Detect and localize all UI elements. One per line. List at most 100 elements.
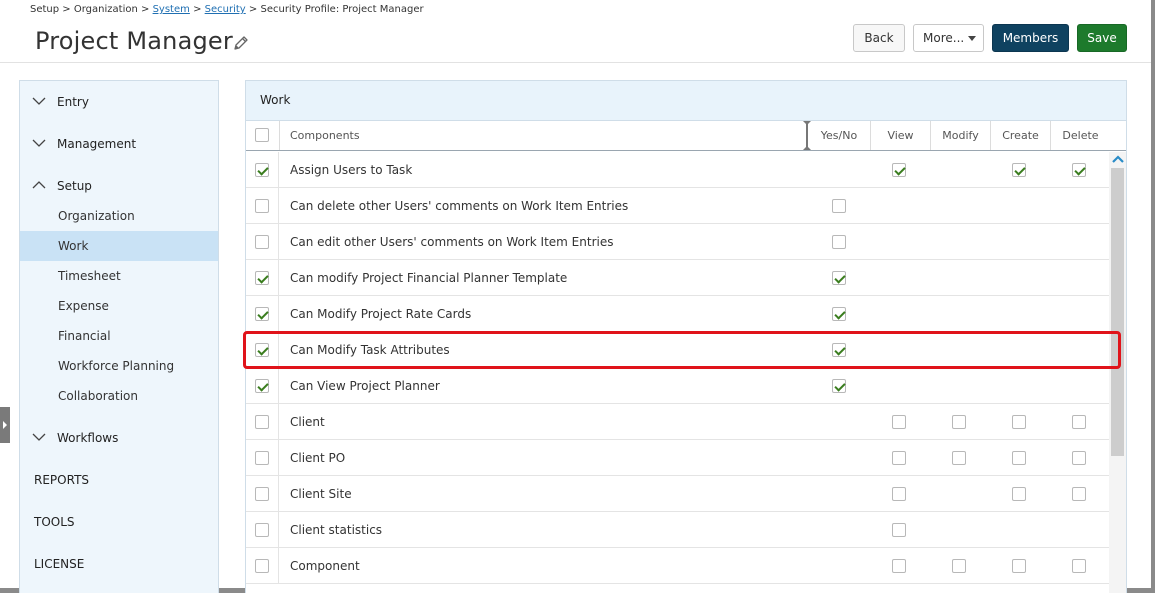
sidebar-section-workflows[interactable]: Workflows — [20, 423, 218, 453]
row-select-checkbox[interactable] — [255, 523, 269, 537]
component-name: Can Modify Project Rate Cards — [290, 307, 472, 321]
sidebar-section-label: Setup — [57, 179, 92, 193]
work-permissions-panel: Work Components Yes/No View Modify Creat… — [245, 80, 1127, 593]
component-name: Client PO — [290, 451, 346, 465]
sidebar-item-timesheet[interactable]: Timesheet — [20, 261, 218, 291]
table-row: Can modify Project Financial Planner Tem… — [246, 260, 1109, 296]
delete-permission-checkbox[interactable] — [1072, 487, 1086, 501]
row-select-checkbox[interactable] — [255, 199, 269, 213]
sidebar-item-financial[interactable]: Financial — [20, 321, 218, 351]
sidebar-item-label: Workforce Planning — [58, 359, 175, 373]
scrollbar-thumb[interactable] — [1111, 168, 1124, 456]
sidebar-section-management[interactable]: Management — [20, 129, 218, 159]
sidebar-item-label: LICENSE — [34, 557, 85, 571]
row-select-checkbox[interactable] — [255, 415, 269, 429]
row-select-checkbox[interactable] — [255, 163, 269, 177]
modify-permission-checkbox[interactable] — [952, 415, 966, 429]
yesno-permission-checkbox[interactable] — [832, 271, 846, 285]
sidebar-section-entry[interactable]: Entry — [20, 87, 218, 117]
row-select-checkbox[interactable] — [255, 451, 269, 465]
table-body: Assign Users to Task Can delete other Use… — [246, 152, 1109, 593]
delete-permission-checkbox[interactable] — [1072, 163, 1086, 177]
sidebar-item-label: Collaboration — [58, 389, 138, 403]
sidebar-item-collaboration[interactable]: Collaboration — [20, 381, 218, 411]
view-permission-checkbox[interactable] — [892, 559, 906, 573]
sidebar-item-organization[interactable]: Organization — [20, 201, 218, 231]
back-button[interactable]: Back — [853, 24, 905, 52]
row-select-checkbox[interactable] — [255, 307, 269, 321]
table-row: Can Modify Project Rate Cards — [246, 296, 1109, 332]
modify-permission-checkbox[interactable] — [952, 559, 966, 573]
header-divider — [0, 62, 1151, 63]
row-select-checkbox[interactable] — [255, 271, 269, 285]
modify-permission-checkbox[interactable] — [952, 451, 966, 465]
row-select-checkbox[interactable] — [255, 559, 269, 573]
pencil-icon[interactable] — [232, 34, 250, 52]
yesno-permission-checkbox[interactable] — [832, 307, 846, 321]
save-button[interactable]: Save — [1077, 24, 1127, 52]
chevron-down-icon — [32, 433, 46, 441]
sidebar-item-work[interactable]: Work — [20, 231, 218, 261]
table-row: Assign Users to Task — [246, 152, 1109, 188]
table-row: Can Modify Task Attributes — [246, 332, 1109, 368]
view-permission-checkbox[interactable] — [892, 415, 906, 429]
view-permission-checkbox[interactable] — [892, 523, 906, 537]
members-button[interactable]: Members — [992, 24, 1069, 52]
breadcrumb-current: Security Profile: Project Manager — [260, 4, 424, 15]
chevron-down-icon — [32, 139, 46, 147]
sidebar-item-label: Financial — [58, 329, 111, 343]
sidebar-item-label: Organization — [58, 209, 135, 223]
view-permission-checkbox[interactable] — [892, 487, 906, 501]
breadcrumb-setup: Setup — [30, 4, 60, 15]
table-row: Client Site — [246, 476, 1109, 512]
panel-header: Work — [246, 81, 1126, 121]
breadcrumb-system-link[interactable]: System — [153, 4, 190, 15]
component-name: Can View Project Planner — [290, 379, 440, 393]
sidebar-item-tools[interactable]: TOOLS — [20, 507, 218, 537]
table-row: Can View Project Planner — [246, 368, 1109, 404]
more-dropdown[interactable]: More... — [913, 24, 984, 52]
yesno-permission-checkbox[interactable] — [832, 343, 846, 357]
delete-permission-checkbox[interactable] — [1072, 559, 1086, 573]
breadcrumb-separator: > — [62, 4, 71, 15]
yesno-permission-checkbox[interactable] — [832, 379, 846, 393]
sidebar-item-workforce-planning[interactable]: Workforce Planning — [20, 351, 218, 381]
chevron-up-icon[interactable] — [1112, 154, 1124, 164]
row-select-checkbox[interactable] — [255, 235, 269, 249]
select-all-checkbox[interactable] — [255, 128, 269, 142]
delete-permission-checkbox[interactable] — [1072, 415, 1086, 429]
chevron-down-icon — [32, 97, 46, 105]
yesno-permission-checkbox[interactable] — [832, 199, 846, 213]
column-header-components[interactable]: Components — [279, 121, 806, 150]
yesno-permission-checkbox[interactable] — [832, 235, 846, 249]
row-select-checkbox[interactable] — [255, 379, 269, 393]
view-permission-checkbox[interactable] — [892, 451, 906, 465]
row-select-checkbox[interactable] — [255, 343, 269, 357]
sidebar-section-setup[interactable]: Setup — [20, 171, 218, 201]
sidebar-section-label: Workflows — [57, 431, 119, 445]
sidebar-section-label: Entry — [57, 95, 89, 109]
sidebar-item-license[interactable]: LICENSE — [20, 549, 218, 579]
table-scrollbar[interactable] — [1109, 152, 1126, 593]
create-permission-checkbox[interactable] — [1012, 487, 1026, 501]
create-permission-checkbox[interactable] — [1012, 163, 1026, 177]
view-permission-checkbox[interactable] — [892, 163, 906, 177]
sidebar-item-reports[interactable]: REPORTS — [20, 465, 218, 495]
breadcrumb-security-link[interactable]: Security — [205, 4, 246, 15]
column-header-create: Create — [990, 121, 1050, 150]
sidebar-item-expense[interactable]: Expense — [20, 291, 218, 321]
table-row: Can delete other Users' comments on Work… — [246, 188, 1109, 224]
expand-panel-tab[interactable] — [0, 407, 10, 443]
sidebar-item-label: Expense — [58, 299, 109, 313]
sidebar-section-label: Management — [57, 137, 137, 151]
table-row: Can edit other Users' comments on Work I… — [246, 224, 1109, 260]
row-select-checkbox[interactable] — [255, 487, 269, 501]
component-name: Client statistics — [290, 523, 383, 537]
create-permission-checkbox[interactable] — [1012, 415, 1026, 429]
sidebar: Entry Management Setup Organization Work… — [19, 80, 219, 593]
create-permission-checkbox[interactable] — [1012, 559, 1026, 573]
breadcrumb-separator: > — [193, 4, 202, 15]
component-name: Assign Users to Task — [290, 163, 413, 177]
delete-permission-checkbox[interactable] — [1072, 451, 1086, 465]
create-permission-checkbox[interactable] — [1012, 451, 1026, 465]
